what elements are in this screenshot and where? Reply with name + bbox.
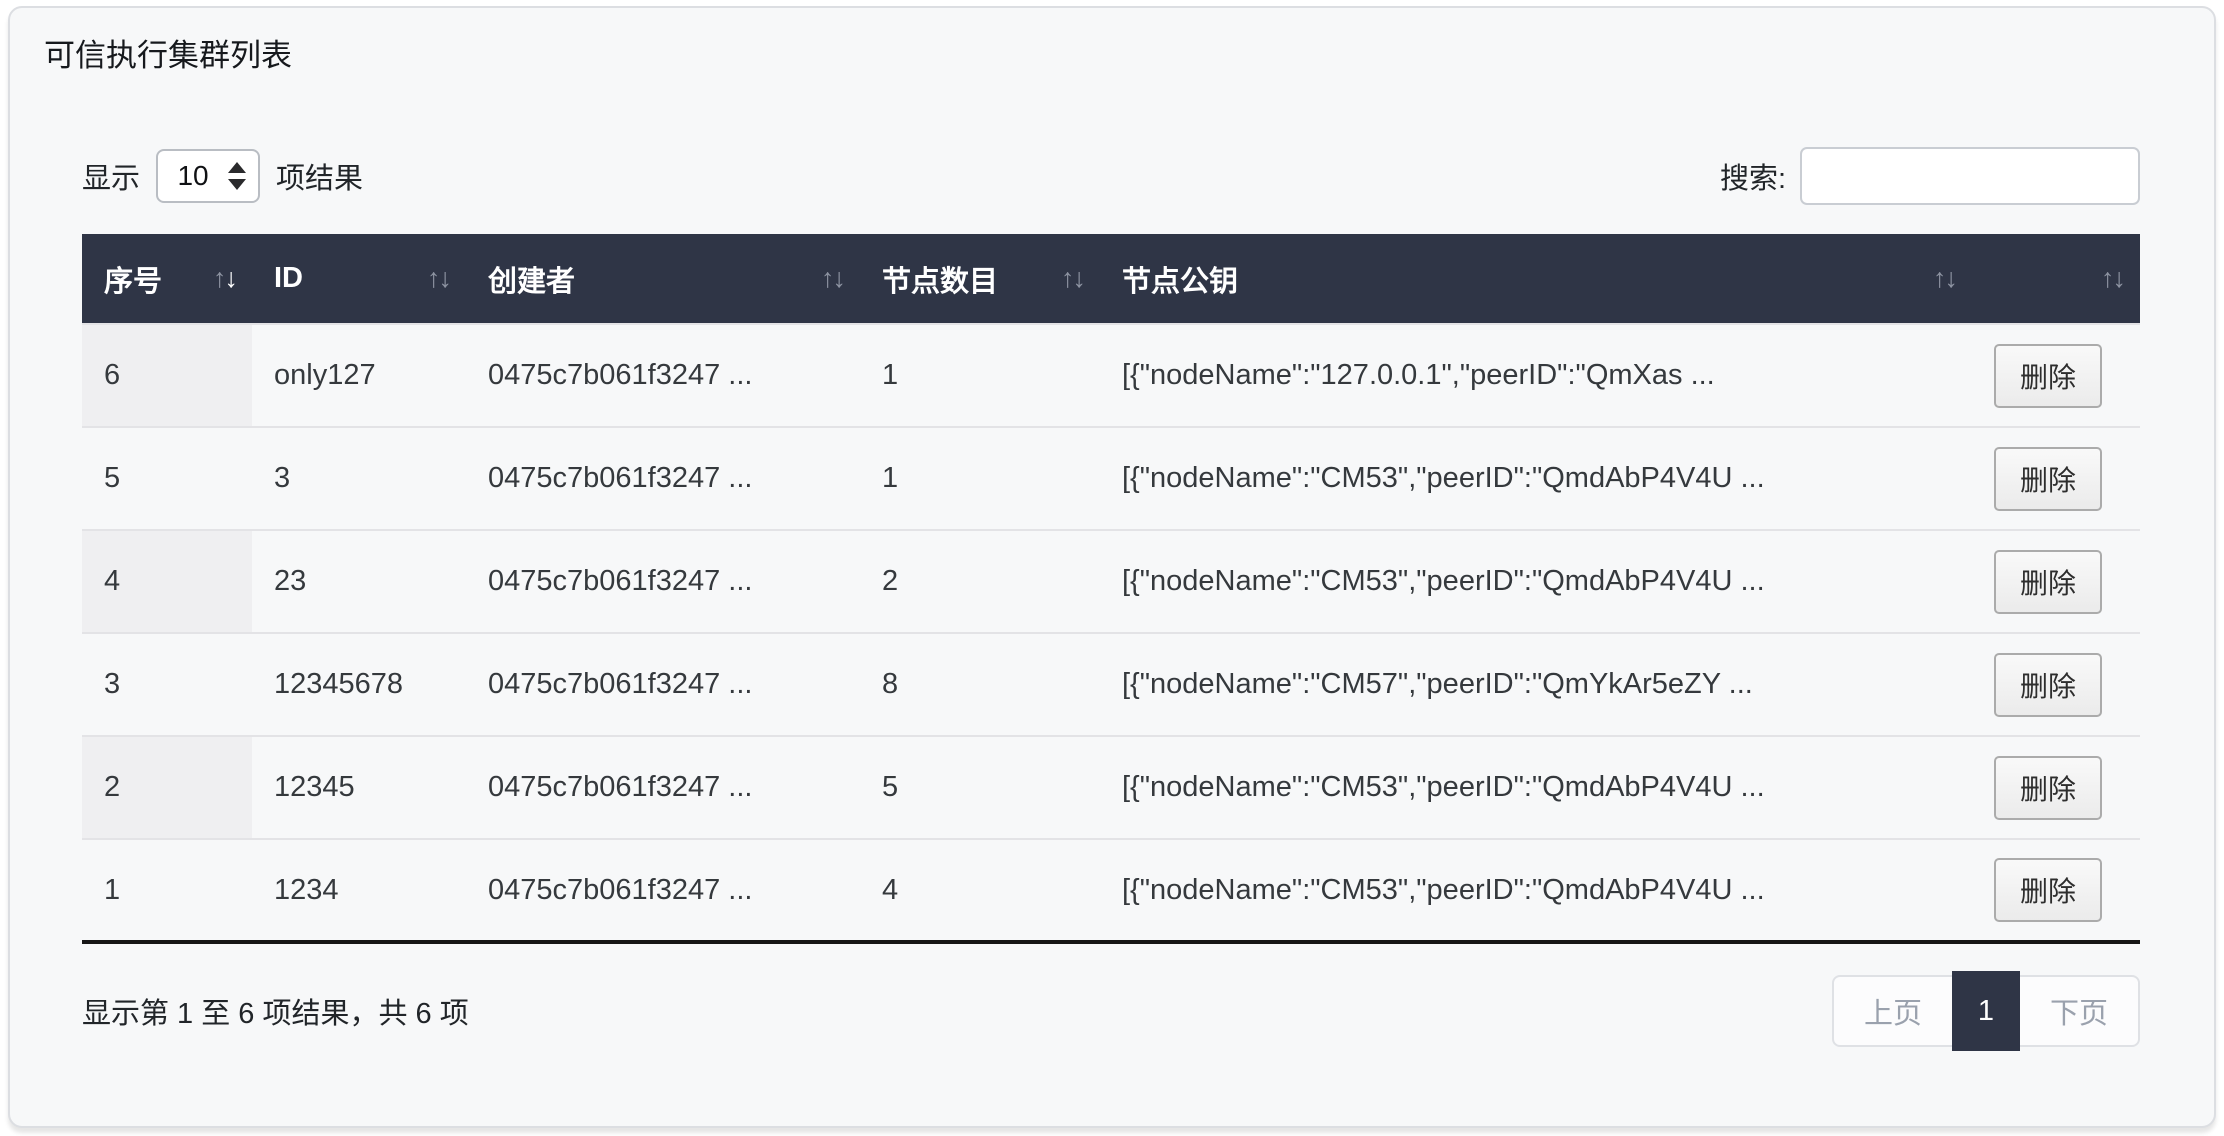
table-controls: 显示 10 项结果 搜索:: [82, 144, 2140, 208]
cell-node-pubkey: [{"nodeName":"127.0.0.1","peerID":"QmXas…: [1100, 324, 1972, 427]
cell-actions: 删除: [1972, 530, 2140, 633]
cell-id: 23: [252, 530, 466, 633]
cell-node-count: 5: [860, 736, 1100, 839]
results-info: 显示第 1 至 6 项结果，共 6 项: [82, 990, 469, 1032]
cell-creator: 0475c7b061f3247 ...: [466, 633, 860, 736]
column-header-node-count[interactable]: 节点数目 ↑↓: [860, 234, 1100, 324]
cell-id: only127: [252, 324, 466, 427]
pagination: 上页 1 下页: [1832, 975, 2140, 1047]
header-row: 序号 ↑↓ ID ↑↓ 创建者 ↑↓: [82, 234, 2140, 324]
table-row: 1 1234 0475c7b061f3247 ... 4 [{"nodeName…: [82, 839, 2140, 942]
cell-node-pubkey: [{"nodeName":"CM53","peerID":"QmdAbP4V4U…: [1100, 427, 1972, 530]
cell-creator: 0475c7b061f3247 ...: [466, 324, 860, 427]
cell-index: 4: [82, 530, 252, 633]
table-row: 6 only127 0475c7b061f3247 ... 1 [{"nodeN…: [82, 324, 2140, 427]
cell-node-pubkey: [{"nodeName":"CM57","peerID":"QmYkAr5eZY…: [1100, 633, 1972, 736]
cell-node-count: 2: [860, 530, 1100, 633]
cell-id: 12345678: [252, 633, 466, 736]
page-length-select[interactable]: 10: [156, 149, 260, 203]
cell-id: 3: [252, 427, 466, 530]
cell-node-count: 4: [860, 839, 1100, 942]
cell-node-pubkey: [{"nodeName":"CM53","peerID":"QmdAbP4V4U…: [1100, 736, 1972, 839]
sort-icon: ↑↓: [1933, 263, 1956, 294]
delete-button[interactable]: 删除: [1994, 447, 2102, 511]
search-label: 搜索:: [1720, 155, 1786, 197]
table-footer: 显示第 1 至 6 项结果，共 6 项 上页 1 下页: [82, 966, 2140, 1056]
cell-node-pubkey: [{"nodeName":"CM53","peerID":"QmdAbP4V4U…: [1100, 839, 1972, 942]
cell-actions: 删除: [1972, 324, 2140, 427]
next-page-button[interactable]: 下页: [2020, 977, 2138, 1045]
cell-id: 1234: [252, 839, 466, 942]
search-control: 搜索:: [1720, 147, 2140, 205]
select-stepper-icon: [228, 162, 246, 190]
cluster-table: 序号 ↑↓ ID ↑↓ 创建者 ↑↓: [82, 234, 2140, 944]
table-row: 2 12345 0475c7b061f3247 ... 5 [{"nodeNam…: [82, 736, 2140, 839]
cell-node-count: 8: [860, 633, 1100, 736]
cell-index: 1: [82, 839, 252, 942]
delete-button[interactable]: 删除: [1994, 756, 2102, 820]
cell-creator: 0475c7b061f3247 ...: [466, 839, 860, 942]
delete-button[interactable]: 删除: [1994, 344, 2102, 408]
cell-node-count: 1: [860, 324, 1100, 427]
cell-creator: 0475c7b061f3247 ...: [466, 427, 860, 530]
cell-index: 3: [82, 633, 252, 736]
cell-node-pubkey: [{"nodeName":"CM53","peerID":"QmdAbP4V4U…: [1100, 530, 1972, 633]
cell-id: 12345: [252, 736, 466, 839]
cell-creator: 0475c7b061f3247 ...: [466, 530, 860, 633]
prev-page-button[interactable]: 上页: [1834, 977, 1952, 1045]
sort-icon: ↑↓: [821, 263, 844, 294]
table-row: 3 12345678 0475c7b061f3247 ... 8 [{"node…: [82, 633, 2140, 736]
delete-button[interactable]: 删除: [1994, 858, 2102, 922]
column-header-id[interactable]: ID ↑↓: [252, 234, 466, 324]
delete-button[interactable]: 删除: [1994, 550, 2102, 614]
page-title: 可信执行集群列表: [44, 30, 292, 75]
cell-node-count: 1: [860, 427, 1100, 530]
column-header-creator[interactable]: 创建者 ↑↓: [466, 234, 860, 324]
cluster-list-card: 可信执行集群列表 显示 10 项结果 搜索:: [8, 6, 2216, 1128]
cell-index: 5: [82, 427, 252, 530]
search-input[interactable]: [1800, 147, 2140, 205]
page-1-button[interactable]: 1: [1952, 971, 2020, 1051]
cell-actions: 删除: [1972, 633, 2140, 736]
table-row: 4 23 0475c7b061f3247 ... 2 [{"nodeName":…: [82, 530, 2140, 633]
cell-actions: 删除: [1972, 427, 2140, 530]
cell-actions: 删除: [1972, 839, 2140, 942]
cell-index: 6: [82, 324, 252, 427]
sort-icon: ↑↓: [2101, 263, 2124, 294]
sort-icon: ↑↓: [427, 263, 450, 294]
delete-button[interactable]: 删除: [1994, 653, 2102, 717]
page-length-control: 显示 10 项结果: [82, 149, 363, 203]
sort-icon: ↑↓: [1061, 263, 1084, 294]
length-label-suffix: 项结果: [276, 155, 363, 197]
cell-index: 2: [82, 736, 252, 839]
length-label-prefix: 显示: [82, 155, 140, 197]
cluster-table-wrap: 序号 ↑↓ ID ↑↓ 创建者 ↑↓: [82, 234, 2140, 944]
column-header-index[interactable]: 序号 ↑↓: [82, 234, 252, 324]
sort-icon: ↑↓: [213, 263, 236, 294]
cell-actions: 删除: [1972, 736, 2140, 839]
column-header-actions[interactable]: ↑↓: [1972, 234, 2140, 324]
column-header-node-pubkey[interactable]: 节点公钥 ↑↓: [1100, 234, 1972, 324]
cell-creator: 0475c7b061f3247 ...: [466, 736, 860, 839]
table-row: 5 3 0475c7b061f3247 ... 1 [{"nodeName":"…: [82, 427, 2140, 530]
